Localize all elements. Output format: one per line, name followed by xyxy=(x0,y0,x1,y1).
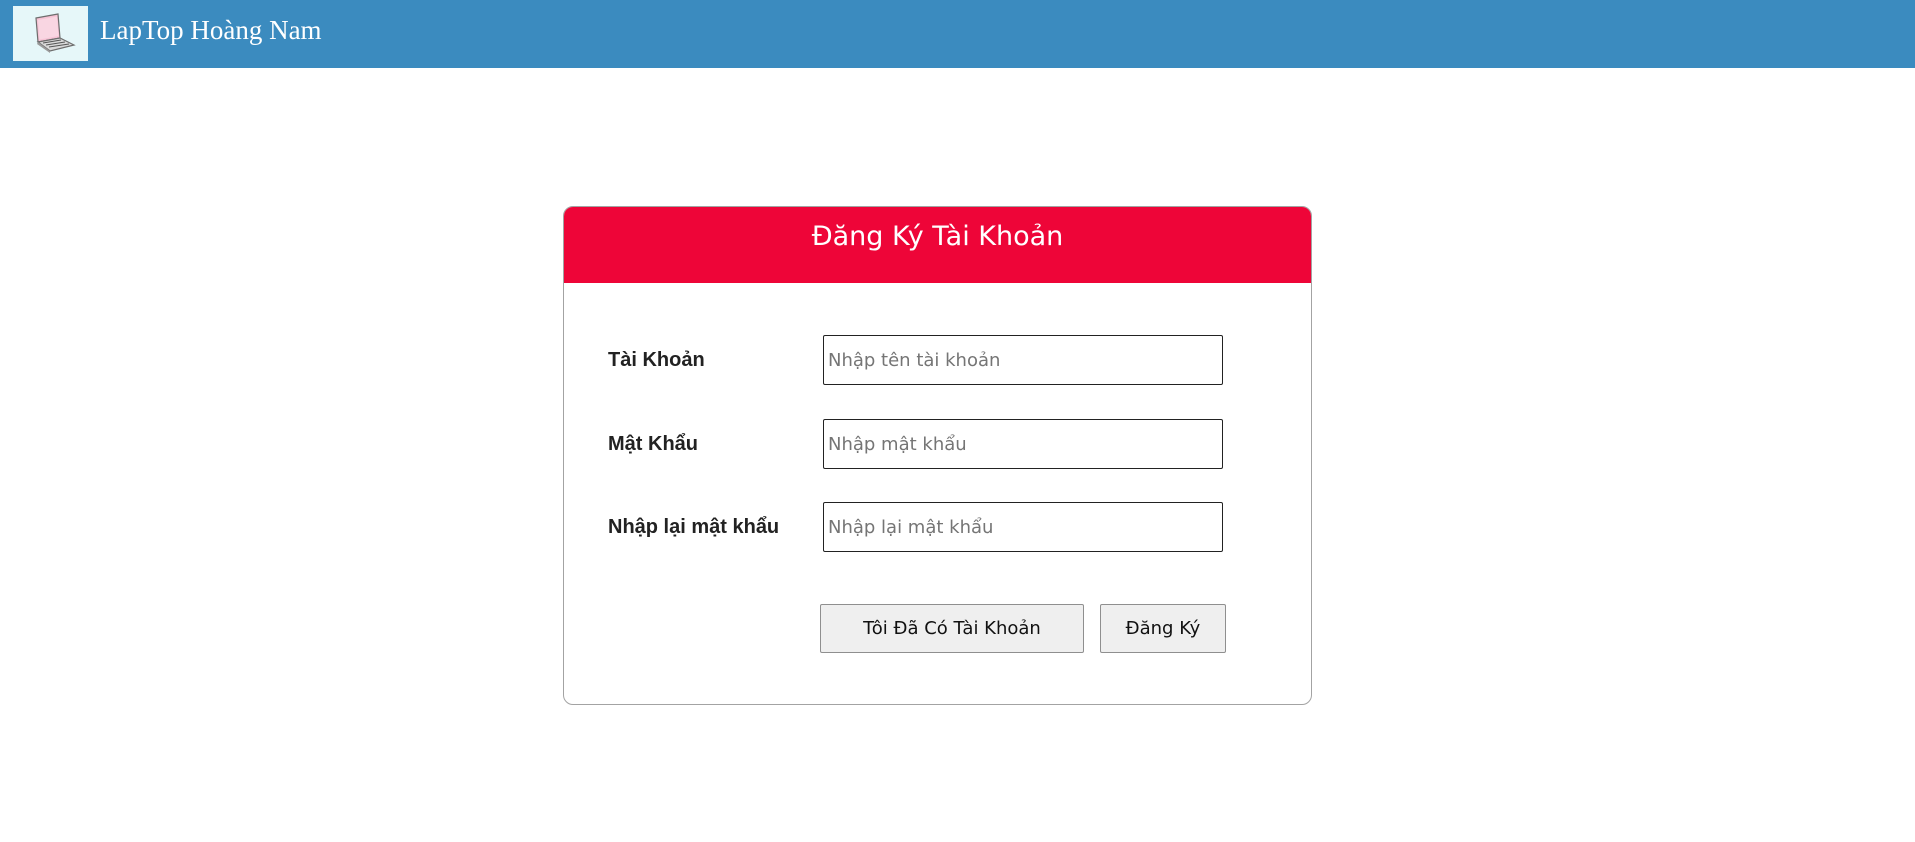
register-button[interactable]: Đăng Ký xyxy=(1100,604,1226,653)
username-row: Tài Khoản xyxy=(564,335,1311,385)
confirm-password-label: Nhập lại mật khẩu xyxy=(608,516,780,538)
password-input[interactable] xyxy=(823,419,1223,469)
register-card: Đăng Ký Tài Khoản Tài Khoản Mật Khẩu Nhậ… xyxy=(563,206,1312,705)
confirm-password-input[interactable] xyxy=(823,502,1223,552)
username-label: Tài Khoản xyxy=(608,349,705,371)
username-input[interactable] xyxy=(823,335,1223,385)
laptop-icon xyxy=(34,12,76,53)
confirm-password-row: Nhập lại mật khẩu xyxy=(564,502,1311,552)
have-account-button[interactable]: Tôi Đã Có Tài Khoản xyxy=(820,604,1084,653)
password-label: Mật Khẩu xyxy=(608,433,698,455)
top-bar: LapTop Hoàng Nam xyxy=(0,0,1915,68)
brand-title[interactable]: LapTop Hoàng Nam xyxy=(100,14,322,46)
logo[interactable] xyxy=(13,6,88,61)
card-title: Đăng Ký Tài Khoản xyxy=(564,207,1311,283)
password-row: Mật Khẩu xyxy=(564,419,1311,469)
